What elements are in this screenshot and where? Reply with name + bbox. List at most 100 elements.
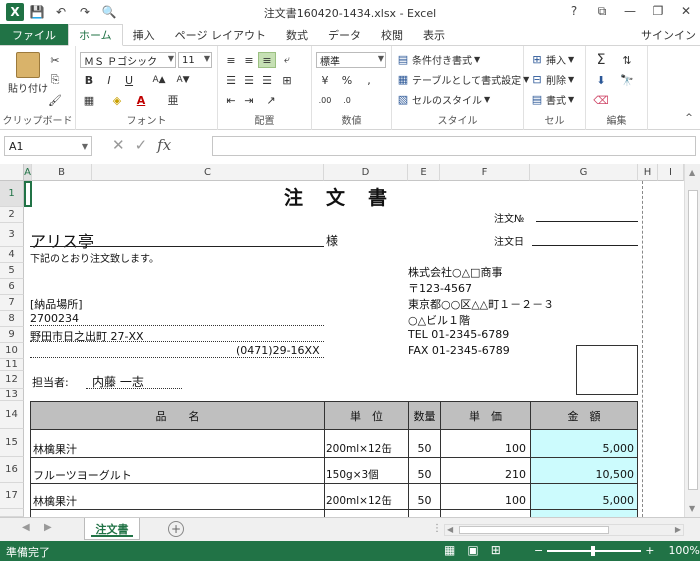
delete-cells-button[interactable]: ⊟ 削除 ▼ (530, 72, 574, 87)
scroll-down-icon[interactable]: ▼ (689, 504, 695, 513)
zoom-out-button[interactable]: − (534, 544, 543, 557)
align-left-icon[interactable]: ☰ (222, 72, 240, 88)
row-header-4[interactable]: 4 (0, 247, 24, 263)
row-header-12[interactable]: 12 (0, 371, 24, 389)
tab-insert[interactable]: 挿入 (123, 24, 165, 45)
collapse-ribbon-icon[interactable]: ^ (680, 110, 698, 126)
align-top-icon[interactable]: ≡ (222, 52, 240, 68)
item-price-cell[interactable]: 210 (440, 457, 531, 484)
shrink-font-button[interactable]: A▼ (172, 72, 194, 88)
next-sheet-icon[interactable]: ▶ (44, 522, 52, 533)
format-as-table-button[interactable]: ▦ テーブルとして書式設定 ▼ (396, 72, 529, 87)
column-header-b[interactable]: B (32, 164, 92, 181)
comma-button[interactable]: , (360, 72, 378, 88)
border-icon[interactable]: ▦ (80, 92, 98, 108)
row-header-6[interactable]: 6 (0, 279, 24, 295)
merge-center-icon[interactable]: ⊞ (278, 72, 296, 88)
signin-link[interactable]: サインイン (641, 24, 700, 45)
tab-home[interactable]: ホーム (68, 24, 123, 46)
item-amount-cell[interactable]: 5,000 (530, 483, 638, 510)
minimize-button[interactable]: — (616, 0, 644, 22)
grow-font-button[interactable]: A▲ (148, 72, 170, 88)
item-name-cell[interactable]: フルーツヨーグルト (30, 457, 325, 484)
tab-formulas[interactable]: 数式 (276, 24, 318, 45)
ribbon-display-button[interactable]: ⧉ (588, 0, 616, 22)
column-header-d[interactable]: D (324, 164, 408, 181)
align-center-icon[interactable]: ☰ (240, 72, 258, 88)
row-header-5[interactable]: 5 (0, 263, 24, 279)
conditional-format-button[interactable]: ▤ 条件付き書式 ▼ (396, 52, 480, 67)
tab-split-handle-icon[interactable]: ⋮ (432, 523, 442, 534)
font-color-icon[interactable]: A (132, 92, 150, 108)
insert-cells-button[interactable]: ⊞ 挿入 ▼ (530, 52, 574, 67)
italic-button[interactable]: I (100, 72, 118, 88)
item-amount-cell[interactable]: 5,000 (530, 429, 638, 458)
page-break-view-icon[interactable]: ⊞ (491, 543, 501, 557)
row-header-11[interactable]: 11 (0, 359, 24, 371)
item-price-cell[interactable]: 100 (440, 429, 531, 458)
table-row[interactable] (30, 509, 325, 517)
scroll-left-icon[interactable]: ◀ (447, 525, 453, 534)
column-header-a[interactable]: A (24, 164, 32, 181)
paste-button[interactable]: 貼り付け (8, 52, 48, 95)
zoom-slider[interactable] (547, 545, 642, 556)
number-format-select[interactable]: 標準 ▼ (316, 52, 386, 68)
align-right-icon[interactable]: ☰ (258, 72, 276, 88)
copy-icon[interactable]: ⎘ (46, 72, 64, 88)
row-header-14[interactable]: 14 (0, 401, 24, 429)
restore-button[interactable]: ❐ (644, 0, 672, 22)
horizontal-scrollbar[interactable]: ◀ ▶ (444, 524, 684, 536)
close-button[interactable]: ✕ (672, 0, 700, 22)
table-row[interactable] (408, 509, 441, 517)
cancel-icon[interactable]: ✕ (112, 136, 125, 154)
decrease-decimal-icon[interactable]: .0 (338, 92, 356, 108)
font-size-select[interactable]: 11 ▼ (178, 52, 212, 68)
table-row[interactable] (324, 509, 409, 517)
decrease-indent-icon[interactable]: ⇤ (222, 92, 240, 108)
row-header-15[interactable]: 15 (0, 429, 24, 457)
item-unit-cell[interactable]: 200ml×12缶 (324, 483, 409, 510)
align-middle-icon[interactable]: ≡ (240, 52, 258, 68)
table-row[interactable] (530, 509, 638, 517)
format-cells-button[interactable]: ▤ 書式 ▼ (530, 92, 574, 107)
item-price-cell[interactable]: 100 (440, 483, 531, 510)
scroll-right-icon[interactable]: ▶ (675, 525, 681, 534)
zoom-level[interactable]: 100% (668, 544, 699, 557)
vertical-scrollbar[interactable]: ▲ ▼ (684, 164, 700, 517)
tab-review[interactable]: 校閲 (371, 24, 413, 45)
row-header-9[interactable]: 9 (0, 327, 24, 343)
fill-icon[interactable]: ⬇ (592, 72, 610, 88)
help-button[interactable]: ? (560, 0, 588, 22)
column-header-f[interactable]: F (440, 164, 530, 181)
tab-data[interactable]: データ (318, 24, 371, 45)
page-layout-view-icon[interactable]: ▣ (467, 543, 478, 557)
row-header-16[interactable]: 16 (0, 457, 24, 483)
underline-button[interactable]: U (120, 72, 138, 88)
column-header-i[interactable]: I (658, 164, 684, 181)
zoom-in-button[interactable]: + (645, 544, 654, 557)
row-header-17[interactable]: 17 (0, 483, 24, 509)
tab-view[interactable]: 表示 (413, 24, 455, 45)
scroll-up-icon[interactable]: ▲ (689, 168, 695, 177)
row-header-1[interactable]: 1 (0, 181, 24, 207)
fill-color-icon[interactable]: ◈ (108, 92, 126, 108)
table-row[interactable] (440, 509, 531, 517)
increase-indent-icon[interactable]: ⇥ (240, 92, 258, 108)
insert-function-icon[interactable]: fx (157, 136, 171, 154)
formula-input[interactable] (212, 136, 696, 156)
clear-icon[interactable]: ⌫ (592, 92, 610, 108)
name-box[interactable]: A1 ▼ (4, 136, 92, 156)
horizontal-scroll-thumb[interactable] (459, 526, 609, 534)
column-header-g[interactable]: G (530, 164, 638, 181)
vertical-scroll-thumb[interactable] (688, 190, 698, 490)
item-unit-cell[interactable]: 150g×3個 (324, 457, 409, 484)
item-qty-cell[interactable]: 50 (408, 457, 441, 484)
row-header-3[interactable]: 3 (0, 223, 24, 247)
cell-styles-button[interactable]: ▧ セルのスタイル ▼ (396, 92, 490, 107)
tab-page-layout[interactable]: ページ レイアウト (165, 24, 276, 45)
row-header-7[interactable]: 7 (0, 295, 24, 311)
format-painter-icon[interactable]: 🖌 (46, 92, 64, 108)
row-header-13[interactable]: 13 (0, 389, 24, 401)
column-header-h[interactable]: H (638, 164, 658, 181)
column-header-c[interactable]: C (92, 164, 324, 181)
